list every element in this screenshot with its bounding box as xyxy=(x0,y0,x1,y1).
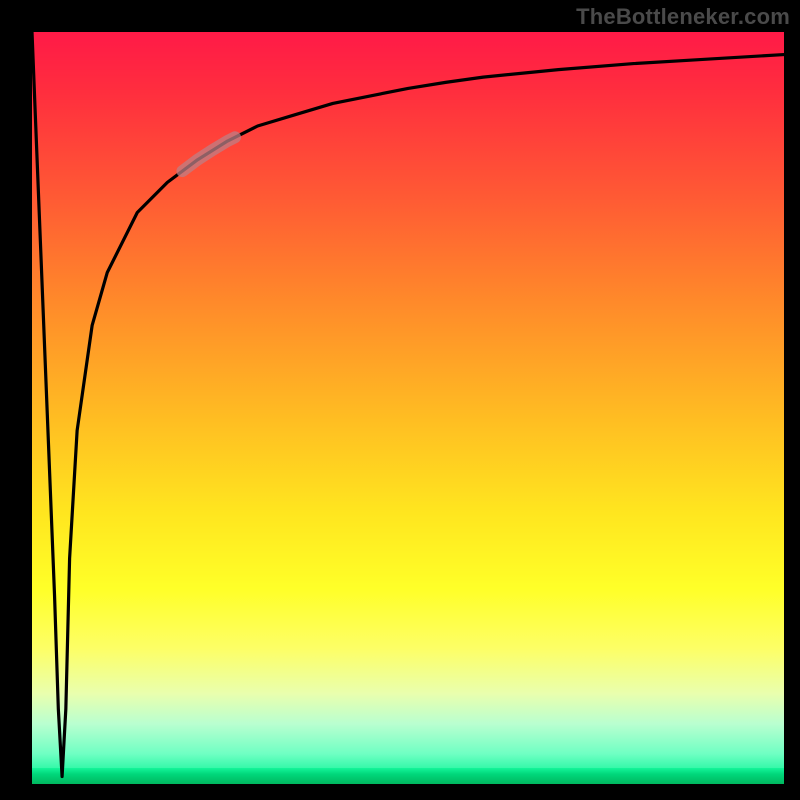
highlight-segment xyxy=(182,137,235,171)
chart-frame: TheBottleneker.com xyxy=(0,0,800,800)
watermark-text: TheBottleneker.com xyxy=(576,4,790,30)
main-curve xyxy=(32,32,784,776)
curve-layer xyxy=(32,32,784,784)
